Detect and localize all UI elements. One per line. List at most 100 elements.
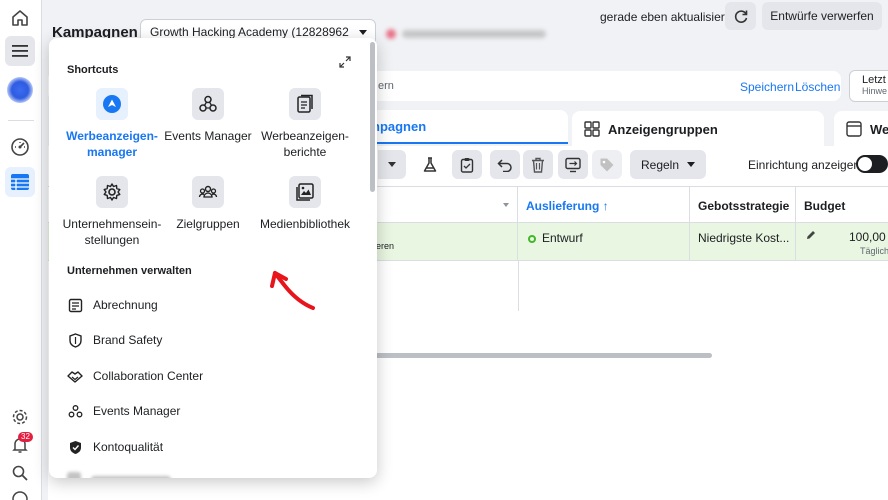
menu-icon[interactable]: [5, 36, 35, 66]
shortcut-media-library[interactable]: Medienbibliothek: [255, 176, 355, 232]
clipboard-icon: [460, 157, 474, 173]
chevron-down-icon: [359, 30, 367, 35]
account-quality-icon: [67, 439, 83, 455]
dashboard-icon[interactable]: [5, 132, 35, 162]
tab-adsets-label: Anzeigengruppen: [608, 121, 718, 137]
menu-item-events-manager[interactable]: Events Manager: [67, 399, 180, 423]
expand-icon[interactable]: [339, 56, 351, 68]
menu-item-label: Events Manager: [93, 404, 181, 418]
search-text: ern: [378, 80, 394, 92]
column-header-bid-strategy[interactable]: Gebotsstrategie: [690, 187, 796, 223]
account-avatar[interactable]: [7, 77, 33, 103]
red-arrow-annotation: [270, 271, 315, 310]
last-updated-text: gerade eben aktualisiert: [600, 10, 729, 24]
refresh-button[interactable]: [725, 2, 756, 30]
billing-icon: [67, 297, 83, 313]
blurred-text: [402, 30, 546, 38]
menu-item-billing[interactable]: Abrechnung: [67, 293, 158, 317]
shield-icon: [67, 332, 83, 348]
campaigns-table-icon[interactable]: [5, 167, 35, 197]
ab-test-button[interactable]: [415, 150, 445, 179]
dropdown-caret-button[interactable]: [378, 150, 406, 179]
shortcut-label: Zielgruppen: [176, 217, 240, 231]
rail-divider: [8, 120, 34, 121]
edit-pencil-icon[interactable]: [806, 230, 816, 240]
tab-campaigns[interactable]: npagnen: [360, 110, 568, 144]
shortcut-ads-manager[interactable]: Werbeanzeigen-manager: [62, 88, 162, 160]
tab-adsets[interactable]: Anzeigengruppen: [572, 111, 824, 147]
cell-budget[interactable]: 100,00 € Täglich: [796, 223, 888, 261]
show-setup-toggle[interactable]: [856, 155, 888, 173]
menu-item-partially-hidden[interactable]: [67, 472, 171, 478]
menu-item-brand-safety[interactable]: Brand Safety: [67, 328, 162, 352]
shortcut-label: Werbeanzeigen-manager: [66, 129, 158, 159]
audiences-icon: [192, 176, 224, 208]
status-dot-icon: [386, 29, 396, 39]
menu-item-label: Kontoqualität: [93, 440, 164, 454]
grid-icon: [584, 121, 600, 137]
chevron-down-icon: [687, 162, 696, 167]
gear-icon: [96, 176, 128, 208]
shortcut-label: Unternehmensein-stellungen: [62, 217, 162, 247]
tag-icon: [600, 158, 614, 171]
cell-bid-strategy: Niedrigste Kost...: [690, 223, 796, 261]
preview-swap-icon: [565, 157, 581, 172]
shortcut-audiences[interactable]: Zielgruppen: [158, 176, 258, 232]
flask-icon: [423, 156, 437, 172]
help-icon[interactable]: [5, 484, 35, 500]
events-manager-icon: [192, 88, 224, 120]
shortcut-events-manager[interactable]: Events Manager: [158, 88, 258, 144]
delete-button[interactable]: [523, 150, 553, 179]
shortcut-business-settings[interactable]: Unternehmensein-stellungen: [62, 176, 162, 248]
horizontal-scrollbar[interactable]: [348, 353, 712, 358]
undo-icon: [497, 158, 512, 172]
save-filter-link[interactable]: Speichern: [740, 80, 794, 94]
draft-status-icon: [528, 235, 536, 243]
tab-campaigns-label: npagnen: [372, 118, 427, 134]
discard-drafts-button[interactable]: Entwürfe verwerfen: [762, 2, 882, 30]
rules-label: Regeln: [640, 157, 680, 172]
date-range-label: Letzt: [862, 74, 886, 86]
menu-item-label: Collaboration Center: [93, 369, 204, 383]
date-range-selector[interactable]: Letzt Hinwe: [849, 70, 888, 102]
cell-delivery: Entwurf: [518, 223, 690, 261]
undo-button[interactable]: [490, 150, 520, 179]
shortcut-label: Events Manager: [164, 129, 252, 143]
column-header-delivery[interactable]: Auslieferung ↑: [518, 187, 690, 223]
media-library-icon: [289, 176, 321, 208]
show-setup-label: Einrichtung anzeigen: [748, 158, 861, 172]
toggle-knob: [858, 157, 872, 171]
clipboard-button[interactable]: [452, 150, 482, 179]
shortcut-label: Werbeanzeigen-berichte: [261, 129, 349, 159]
chevron-down-icon: [388, 162, 396, 167]
tag-button[interactable]: [592, 150, 622, 179]
delete-filter-link[interactable]: Löschen: [795, 80, 840, 94]
date-range-hint: Hinwe: [862, 86, 888, 96]
shortcuts-heading: Shortcuts: [67, 64, 119, 76]
events-manager-icon: [67, 403, 83, 419]
blurred-status-label: [386, 28, 546, 40]
column-header-budget[interactable]: Budget: [796, 187, 888, 223]
manage-business-heading: Unternehmen verwalten: [67, 265, 192, 277]
preview-button[interactable]: [558, 150, 588, 179]
refresh-icon: [734, 10, 747, 23]
tab-ads-label: Wer: [870, 121, 888, 137]
handshake-icon: [67, 368, 83, 384]
menu-item-collaboration-center[interactable]: Collaboration Center: [67, 364, 203, 388]
shortcut-ad-reports[interactable]: Werbeanzeigen-berichte: [255, 88, 355, 160]
left-navigation-rail: 32: [0, 0, 42, 500]
faded-item-text: [91, 475, 171, 478]
menu-item-account-quality[interactable]: Kontoqualität: [67, 435, 163, 459]
shortcuts-popup: Shortcuts Werbeanzeigen-manager Events M…: [49, 38, 377, 478]
home-icon[interactable]: [5, 3, 35, 33]
sort-caret-icon: [503, 203, 509, 207]
column-divider: [518, 261, 519, 311]
notification-badge: 32: [18, 432, 33, 442]
trash-icon: [532, 157, 544, 173]
rules-button[interactable]: Regeln: [630, 150, 706, 179]
tab-ads[interactable]: Wer: [834, 111, 888, 147]
reports-icon: [289, 88, 321, 120]
settings-icon[interactable]: [5, 402, 35, 432]
account-name: Growth Hacking Academy (12828962: [150, 25, 349, 39]
popup-scrollbar[interactable]: [370, 42, 375, 192]
